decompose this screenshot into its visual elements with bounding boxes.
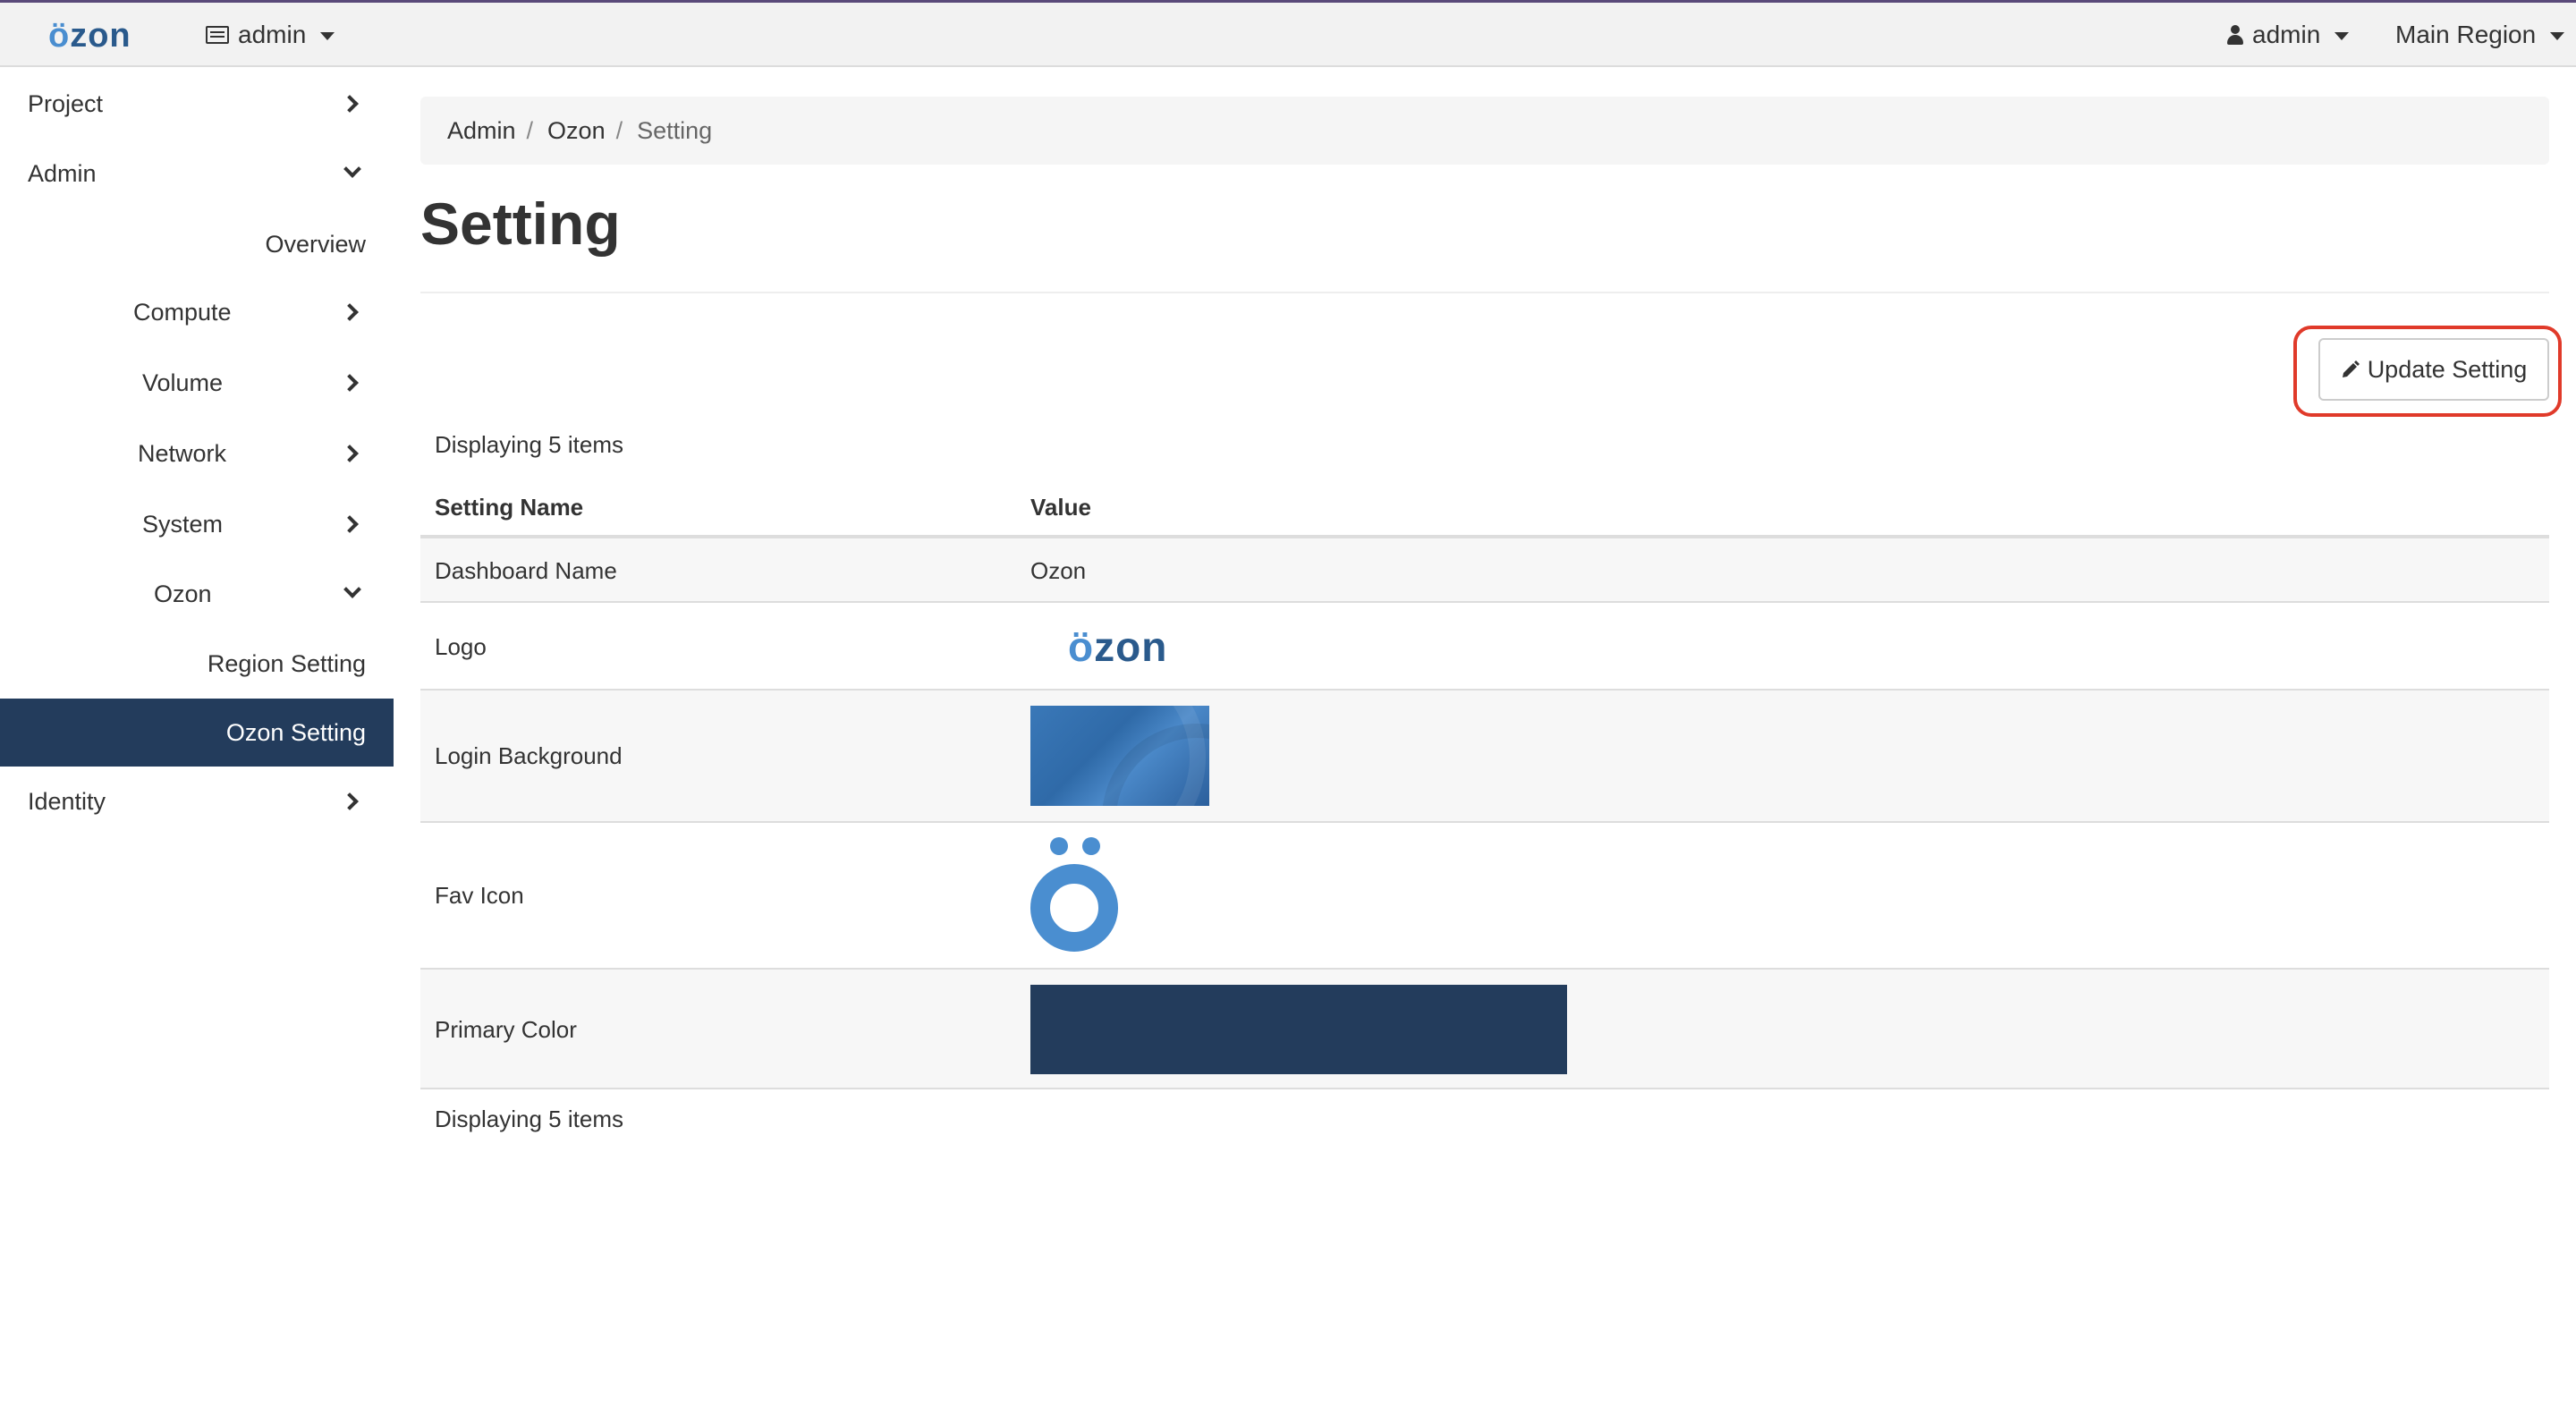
table-row: Primary Color	[420, 970, 2549, 1089]
page-title: Setting	[420, 191, 621, 257]
column-header-value[interactable]: Value	[1030, 494, 1091, 521]
chevron-right-icon	[341, 792, 359, 810]
sidebar-item-admin[interactable]: Admin	[0, 140, 394, 208]
caret-down-icon	[2334, 31, 2350, 40]
setting-name-cell: Primary Color	[435, 1016, 577, 1043]
sidebar-item-network[interactable]: Network	[0, 419, 394, 487]
sidebar-item-region-setting[interactable]: Region Setting	[0, 630, 394, 698]
logo-image: özon	[1068, 623, 1168, 670]
table-row: Dashboard Name Ozon	[420, 538, 2549, 603]
sidebar-item-label: Network	[138, 439, 227, 467]
project-icon	[206, 26, 229, 44]
sidebar-item-identity[interactable]: Identity	[0, 767, 394, 835]
chevron-down-icon	[343, 580, 361, 598]
region-dropdown[interactable]: Main Region	[2395, 21, 2565, 49]
pencil-icon	[2342, 360, 2360, 377]
user-icon	[2227, 25, 2243, 45]
table-header-row: Setting Name Value	[420, 476, 2549, 538]
update-setting-button[interactable]: Update Setting	[2318, 338, 2549, 401]
sidebar-item-compute[interactable]: Compute	[0, 278, 394, 346]
item-count-top: Displaying 5 items	[435, 431, 623, 458]
sidebar-item-ozon-setting[interactable]: Ozon Setting	[0, 699, 394, 767]
brand-logo[interactable]: özon	[48, 17, 131, 55]
chevron-right-icon	[341, 445, 359, 462]
chevron-right-icon	[341, 515, 359, 533]
setting-name-cell: Login Background	[435, 742, 623, 769]
breadcrumb-item-admin[interactable]: Admin	[447, 117, 516, 145]
sidebar-item-volume[interactable]: Volume	[0, 349, 394, 417]
sidebar-item-label: Volume	[142, 369, 224, 396]
brand-text: zon	[70, 17, 131, 55]
sidebar-item-label: Compute	[133, 298, 232, 326]
sidebar-item-label: Ozon	[154, 580, 212, 607]
breadcrumb: Admin / Ozon / Setting	[420, 97, 2549, 165]
setting-value-cell: Ozon	[1030, 557, 1087, 584]
breadcrumb-current: Setting	[637, 116, 713, 144]
chevron-right-icon	[341, 303, 359, 321]
chevron-right-icon	[341, 374, 359, 392]
breadcrumb-separator: /	[615, 116, 623, 144]
item-count-bottom: Displaying 5 items	[435, 1106, 623, 1132]
login-background-image	[1030, 706, 1209, 806]
sidebar-item-label: Identity	[28, 787, 106, 815]
favicon-ring	[1030, 864, 1118, 952]
table-row: Login Background	[420, 691, 2549, 823]
project-label: admin	[238, 21, 307, 48]
sidebar-item-label: Project	[28, 89, 104, 117]
user-dropdown[interactable]: admin	[2227, 21, 2350, 49]
favicon-dot	[1050, 837, 1068, 855]
caret-down-icon	[320, 31, 335, 40]
sidebar-item-ozon[interactable]: Ozon	[0, 560, 394, 628]
column-header-setting-name[interactable]: Setting Name	[435, 494, 583, 521]
region-label: Main Region	[2395, 21, 2537, 48]
project-dropdown[interactable]: admin	[206, 21, 335, 49]
sidebar-item-system[interactable]: System	[0, 490, 394, 558]
caret-down-icon	[2550, 31, 2565, 40]
table-row: Logo özon	[420, 603, 2549, 691]
update-setting-label: Update Setting	[2367, 355, 2528, 383]
chevron-down-icon	[343, 160, 361, 178]
table-row: Fav Icon	[420, 823, 2549, 970]
setting-name-cell: Fav Icon	[435, 882, 524, 909]
favicon-dot	[1082, 837, 1100, 855]
top-navbar: özon admin admin Main Region	[0, 0, 2576, 67]
primary-color-swatch	[1030, 985, 1567, 1074]
sidebar-item-label: System	[142, 510, 224, 538]
breadcrumb-separator: /	[526, 116, 534, 144]
sidebar-item-overview[interactable]: Overview	[0, 210, 394, 278]
breadcrumb-item-ozon[interactable]: Ozon	[547, 117, 606, 145]
setting-name-cell: Dashboard Name	[435, 557, 617, 584]
sidebar-item-label: Overview	[265, 230, 366, 258]
setting-name-cell: Logo	[435, 633, 487, 660]
user-label: admin	[2252, 21, 2321, 48]
chevron-right-icon	[341, 95, 359, 113]
sidebar-item-label: Region Setting	[207, 649, 366, 677]
settings-table: Setting Name Value Dashboard Name Ozon L…	[420, 476, 2549, 1089]
title-divider	[420, 292, 2549, 293]
sidebar: Project Admin Overview Compute Volume Ne…	[0, 67, 394, 1415]
favicon-image	[1030, 837, 1120, 953]
sidebar-item-label: Admin	[28, 159, 97, 187]
sidebar-item-project[interactable]: Project	[0, 70, 394, 138]
sidebar-item-label: Ozon Setting	[225, 718, 366, 746]
